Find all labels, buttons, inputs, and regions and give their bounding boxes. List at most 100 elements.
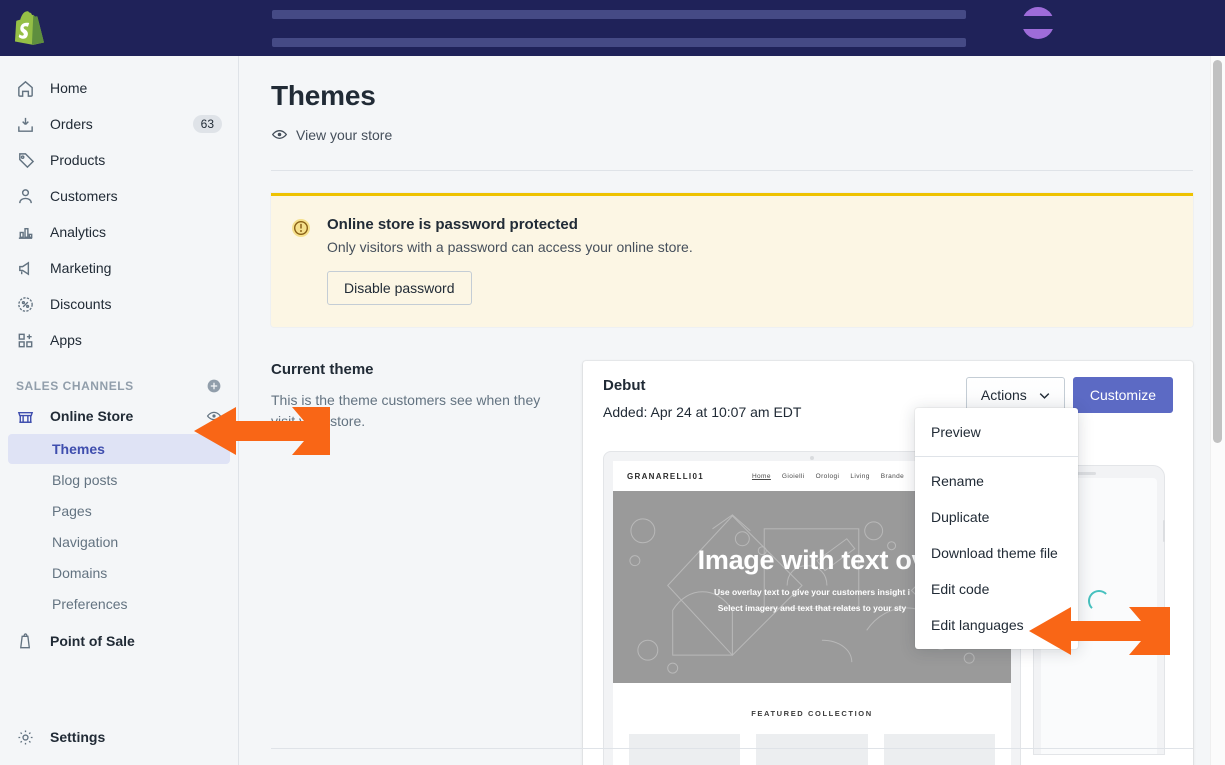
banner-title: Online store is password protected [327, 216, 578, 233]
menu-item-rename[interactable]: Rename [915, 463, 1078, 499]
eye-icon [271, 126, 288, 143]
top-bar [0, 0, 1225, 56]
featured-collection-label: FEATURED COLLECTION [751, 709, 873, 718]
sidebar-item-point-of-sale[interactable]: Point of Sale [8, 625, 230, 657]
side-button [1163, 520, 1165, 542]
sales-channels-label: SALES CHANNELS [16, 379, 134, 393]
sidebar-item-themes[interactable]: Themes [8, 434, 230, 464]
sidebar-item-label: Analytics [50, 224, 107, 240]
sidebar-item-customers[interactable]: Customers [8, 180, 230, 212]
menu-item-download-theme-file[interactable]: Download theme file [915, 535, 1078, 571]
sidebar-sub-label: Domains [52, 565, 108, 581]
home-icon [16, 79, 42, 98]
sidebar-item-label: Marketing [50, 260, 112, 276]
sidebar-sub-label: Themes [52, 441, 105, 457]
sidebar-item-orders[interactable]: Orders 63 [8, 108, 230, 140]
theme-preview: GRANARELLI01 Home Gioielli Orologi Livin… [603, 451, 1173, 765]
apps-grid-plus-icon [16, 331, 42, 350]
customize-button[interactable]: Customize [1072, 377, 1173, 413]
storefront-nav-link: Home [751, 472, 771, 480]
storefront-nav-links: Home Gioielli Orologi Living Brande [752, 473, 904, 480]
current-theme-heading: Current theme [271, 361, 374, 378]
camera-dot [810, 456, 814, 460]
menu-item-duplicate[interactable]: Duplicate [915, 499, 1078, 535]
sidebar-item-label: Discounts [50, 296, 112, 312]
sidebar-item-label: Customers [50, 188, 118, 204]
sidebar-item-domains[interactable]: Domains [8, 558, 230, 588]
sidebar-item-discounts[interactable]: Discounts [8, 288, 230, 320]
featured-collection-section: FEATURED COLLECTION [613, 683, 1011, 765]
sidebar-item-label: Apps [50, 332, 82, 348]
product-card [629, 734, 741, 765]
view-your-store-link[interactable]: View your store [271, 126, 392, 143]
sidebar-item-pages[interactable]: Pages [8, 496, 230, 526]
storefront-nav-link: Living [850, 472, 870, 480]
warning-exclamation-icon [291, 218, 311, 238]
storefront-logo: GRANARELLI01 [627, 471, 704, 481]
header-divider [271, 170, 1193, 171]
current-theme-card: Debut Added: Apr 24 at 10:07 am EDT Acti… [583, 361, 1193, 765]
current-theme-info: Current theme This is the theme customer… [271, 361, 583, 765]
sidebar-item-label: Orders [50, 116, 93, 132]
sidebar-item-home[interactable]: Home [8, 72, 230, 104]
vertical-scrollbar[interactable] [1210, 56, 1225, 765]
sidebar-sub-label: Blog posts [52, 472, 118, 488]
loading-spinner-icon [1088, 590, 1110, 612]
sidebar-item-analytics[interactable]: Analytics [8, 216, 230, 248]
customers-person-icon [16, 187, 42, 206]
avatar-mask [1014, 16, 1064, 29]
sidebar-sub-label: Pages [52, 503, 92, 519]
product-row [613, 718, 1011, 765]
bottom-divider [271, 748, 1193, 749]
sidebar-item-online-store[interactable]: Online Store [8, 400, 230, 432]
menu-separator [915, 456, 1078, 457]
storefront-nav-link: Gioielli [781, 472, 805, 480]
point-of-sale-icon [16, 632, 42, 651]
shopify-logo[interactable] [10, 8, 50, 48]
password-protected-banner: Online store is password protected Only … [271, 193, 1193, 327]
online-store-icon [16, 407, 42, 426]
disable-password-button[interactable]: Disable password [327, 271, 472, 305]
analytics-bar-chart-icon [16, 223, 42, 242]
theme-added-date: Added: Apr 24 at 10:07 am EDT [603, 404, 802, 420]
scrollbar-thumb[interactable] [1213, 60, 1222, 443]
products-tag-icon [16, 151, 42, 170]
orders-icon [16, 115, 42, 134]
sidebar-item-navigation[interactable]: Navigation [8, 527, 230, 557]
menu-item-edit-languages[interactable]: Edit languages [915, 607, 1078, 643]
banner-text: Only visitors with a password can access… [327, 239, 693, 255]
sidebar-item-apps[interactable]: Apps [8, 324, 230, 356]
sidebar-item-blog-posts[interactable]: Blog posts [8, 465, 230, 495]
product-card [883, 734, 995, 765]
eye-icon[interactable] [206, 408, 222, 424]
storefront-nav-link: Brande [880, 472, 905, 480]
sidebar-item-marketing[interactable]: Marketing [8, 252, 230, 284]
primary-nav: Home Orders 63 Products Customers Analyt… [0, 56, 238, 356]
gear-icon [16, 728, 42, 747]
theme-name: Debut [603, 377, 646, 394]
sidebar-item-label: Settings [50, 729, 106, 745]
chevron-down-icon [1039, 387, 1050, 403]
sidebar-sub-label: Navigation [52, 534, 119, 550]
current-theme-section: Current theme This is the theme customer… [271, 361, 1193, 765]
sidebar-item-label: Home [50, 80, 88, 96]
product-card [756, 734, 868, 765]
actions-dropdown-menu: Preview Rename Duplicate Download theme … [915, 408, 1078, 649]
plus-circle-icon[interactable] [206, 378, 222, 394]
sidebar-item-settings[interactable]: Settings [8, 721, 223, 753]
page-title: Themes [271, 80, 376, 111]
current-theme-description: This is the theme customers see when the… [271, 392, 541, 429]
sidebar-item-label: Products [50, 152, 106, 168]
marketing-megaphone-icon [16, 259, 42, 278]
shopify-bag-icon [15, 11, 44, 45]
secondary-bar-redacted[interactable] [272, 38, 966, 47]
menu-item-edit-code[interactable]: Edit code [915, 571, 1078, 607]
discounts-percent-icon [16, 295, 42, 314]
sidebar-item-products[interactable]: Products [8, 144, 230, 176]
search-bar-redacted[interactable] [272, 10, 966, 19]
menu-item-preview[interactable]: Preview [915, 414, 1078, 450]
sidebar: Home Orders 63 Products Customers Analyt… [0, 56, 239, 765]
sidebar-item-preferences[interactable]: Preferences [8, 589, 230, 619]
storefront-nav-link: Orologi [815, 472, 840, 480]
sidebar-sub-label: Preferences [52, 596, 128, 612]
